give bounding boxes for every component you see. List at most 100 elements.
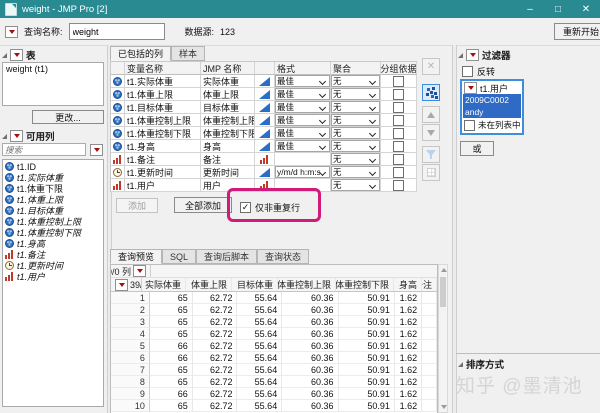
preview-row[interactable]: 3 65 62.72 55.64 60.36 50.91 1.62	[111, 316, 437, 328]
aggregation-dropdown[interactable]: 无	[331, 166, 381, 179]
preview-column-header[interactable]: 体重上限	[186, 278, 232, 291]
query-menu-button[interactable]	[5, 25, 18, 38]
aggregation-dropdown[interactable]: 无	[331, 88, 381, 101]
jmp-name-cell[interactable]: 实际体重	[201, 75, 255, 88]
preview-row[interactable]: 7 65 62.72 55.64 60.36 50.91 1.62	[111, 364, 437, 376]
included-column-row[interactable]: t1.体重控制下限 体重控制下限 最佳 无	[111, 127, 417, 140]
tab-preview-1[interactable]: SQL	[162, 249, 197, 264]
preview-vertical-scrollbar[interactable]	[438, 264, 448, 413]
group-by-checkbox[interactable]	[393, 153, 404, 165]
modeling-type-cell[interactable]	[255, 88, 275, 101]
preview-column-header[interactable]: 体重控制下限	[336, 278, 394, 291]
columns-menu-button[interactable]	[133, 265, 146, 277]
preview-row[interactable]: 6 66 62.72 55.64 60.36 50.91 1.62	[111, 352, 437, 364]
close-button[interactable]: ✕	[572, 0, 600, 18]
included-column-row[interactable]: t1.体重上限 体重上限 最佳 无	[111, 88, 417, 101]
available-columns-list[interactable]: t1.ID t1.实际体重 t1.体重下限 t1.体重上限 t1.目标体重 t1.体重控制…	[2, 159, 104, 407]
filter-column-button[interactable]	[422, 146, 440, 163]
filter-value-item[interactable]: 2009C0002	[463, 94, 521, 106]
tab-preview-3[interactable]: 查询状态	[257, 249, 310, 264]
disclosure-icon[interactable]	[458, 361, 463, 367]
included-column-row[interactable]: t1.体重控制上限 体重控制上限 最佳 无	[111, 114, 417, 127]
filter-values-list[interactable]: 2009C0002 andy	[463, 94, 521, 118]
filter-value-item[interactable]: andy	[463, 106, 521, 118]
edit-formula-button[interactable]	[422, 84, 440, 101]
included-column-row[interactable]: t1.身高 身高 最佳 无	[111, 140, 417, 153]
included-column-row[interactable]: t1.更新时间 更新时间 y/m/d h:m:s 无	[111, 166, 417, 179]
scroll-down-icon[interactable]	[441, 405, 447, 409]
tables-menu-button[interactable]	[10, 49, 23, 61]
rows-menu-button[interactable]	[115, 278, 128, 291]
modeling-type-cell[interactable]	[255, 166, 275, 179]
aggregation-dropdown[interactable]: 无	[331, 101, 381, 114]
move-down-button[interactable]	[422, 124, 440, 141]
aggregation-dropdown[interactable]: 无	[331, 153, 381, 166]
preview-column-header[interactable]: 目标体重	[232, 278, 278, 291]
preview-row[interactable]: 8 65 62.72 55.64 60.36 50.91 1.62	[111, 376, 437, 388]
tab-preview-0[interactable]: 查询预览	[110, 249, 163, 264]
aggregation-dropdown[interactable]: 无	[331, 140, 381, 153]
filter-menu-button[interactable]	[466, 49, 479, 61]
preview-row[interactable]: 4 65 62.72 55.64 60.36 50.91 1.62	[111, 328, 437, 340]
add-all-button[interactable]: 全部添加	[174, 197, 232, 213]
tables-list[interactable]: weight (t1)	[2, 62, 104, 106]
aggregation-dropdown[interactable]: 无	[331, 114, 381, 127]
preview-row[interactable]: 5 66 62.72 55.64 60.36 50.91 1.62	[111, 340, 437, 352]
preview-column-header[interactable]: 实际体重	[142, 278, 186, 291]
format-dropdown[interactable]: 最佳	[275, 75, 331, 88]
included-column-row[interactable]: t1.实际体重 实际体重 最佳 无	[111, 75, 417, 88]
search-input[interactable]	[2, 143, 86, 156]
disclosure-icon[interactable]	[2, 133, 7, 139]
minimize-button[interactable]: –	[516, 0, 544, 18]
modeling-type-cell[interactable]	[255, 140, 275, 153]
scrollbar-thumb[interactable]	[440, 277, 446, 307]
group-by-checkbox[interactable]	[393, 101, 404, 113]
modeling-type-cell[interactable]	[255, 153, 275, 166]
jmp-name-cell[interactable]: 更新时间	[201, 166, 255, 179]
not-in-list-checkbox[interactable]	[464, 119, 475, 131]
filter-group[interactable]: t1.用户 2009C0002 andy 未在列表中	[460, 79, 524, 135]
preview-row[interactable]: 9 66 62.72 55.64 60.36 50.91 1.62	[111, 388, 437, 400]
preview-column-header[interactable]: 身高	[394, 278, 422, 291]
jmp-name-cell[interactable]: 体重控制上限	[201, 114, 255, 127]
or-button[interactable]: 或	[460, 141, 494, 156]
table-item[interactable]: weight (t1)	[6, 64, 100, 75]
group-columns-button[interactable]	[422, 164, 440, 181]
included-column-row[interactable]: t1.目标体重 目标体重 最佳 无	[111, 101, 417, 114]
maximize-button[interactable]: □	[544, 0, 572, 18]
format-dropdown[interactable]: 最佳	[275, 88, 331, 101]
disclosure-icon[interactable]	[2, 52, 7, 58]
aggregation-dropdown[interactable]: 无	[331, 75, 381, 88]
included-column-row[interactable]: t1.备注 备注 无	[111, 153, 417, 166]
preview-row[interactable]: 10 65 62.72 55.64 60.36 50.91 1.62	[111, 400, 437, 412]
remove-column-button[interactable]: ✕	[422, 58, 440, 75]
aggregation-dropdown[interactable]: 无	[331, 127, 381, 140]
group-by-checkbox[interactable]	[393, 179, 404, 191]
modeling-type-cell[interactable]	[255, 101, 275, 114]
format-dropdown[interactable]: 最佳	[275, 140, 331, 153]
restart-button[interactable]: 重新开始	[553, 23, 600, 40]
tab-preview-2[interactable]: 查询后脚本	[196, 249, 258, 264]
scroll-up-icon[interactable]	[441, 268, 447, 272]
move-up-button[interactable]	[422, 106, 440, 123]
modeling-type-cell[interactable]	[255, 75, 275, 88]
format-dropdown[interactable]: 最佳	[275, 114, 331, 127]
tab-included-1[interactable]: 样本	[171, 46, 206, 61]
group-by-checkbox[interactable]	[393, 140, 404, 152]
add-button[interactable]: 添加	[116, 198, 158, 213]
disclosure-icon[interactable]	[458, 52, 463, 58]
group-by-checkbox[interactable]	[393, 88, 404, 100]
format-dropdown[interactable]: 最佳	[275, 127, 331, 140]
group-by-checkbox[interactable]	[393, 127, 404, 139]
available-column-item[interactable]: t1.用户	[3, 271, 103, 282]
tab-included-0[interactable]: 已包括的列	[110, 46, 172, 61]
modeling-type-cell[interactable]	[255, 114, 275, 127]
jmp-name-cell[interactable]: 体重控制下限	[201, 127, 255, 140]
jmp-name-cell[interactable]: 目标体重	[201, 101, 255, 114]
invert-checkbox[interactable]	[462, 66, 473, 77]
group-by-checkbox[interactable]	[393, 166, 404, 178]
group-by-checkbox[interactable]	[393, 114, 404, 126]
available-columns-menu-button[interactable]	[10, 130, 23, 142]
jmp-name-cell[interactable]: 体重上限	[201, 88, 255, 101]
search-menu-button[interactable]	[90, 144, 103, 156]
